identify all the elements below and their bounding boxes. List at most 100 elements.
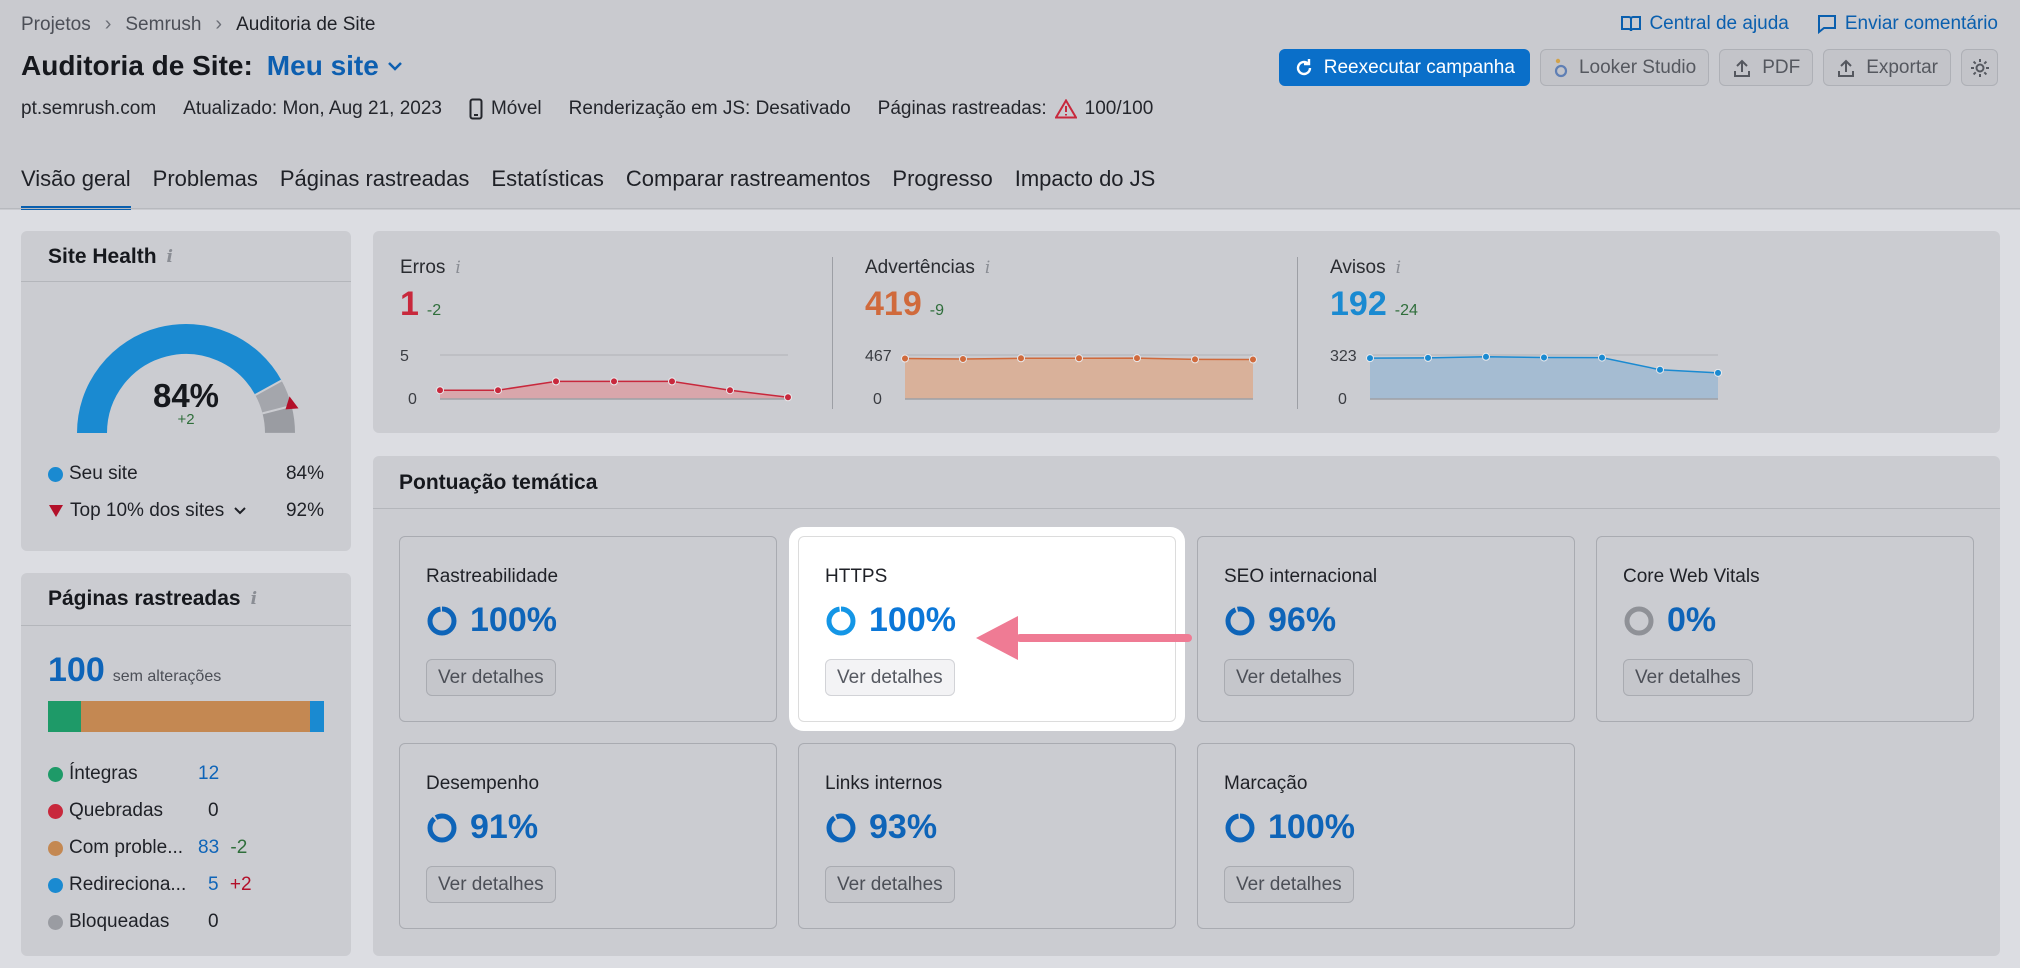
issue-sparkline: 323 0 bbox=[1330, 348, 1722, 408]
issue-delta: -2 bbox=[426, 302, 442, 319]
area-fill bbox=[1370, 356, 1718, 399]
details-button[interactable]: Ver detalhes bbox=[825, 659, 955, 696]
triangle-down-icon bbox=[49, 505, 63, 517]
feedback-link[interactable]: Enviar comentário bbox=[1817, 13, 1998, 35]
legend-top-sites-value: 92% bbox=[285, 500, 324, 521]
details-button-label: Ver detalhes bbox=[438, 873, 544, 895]
row-value: 0 bbox=[208, 911, 219, 932]
looker-icon bbox=[1554, 58, 1568, 77]
crawled-legend-row: Bloqueadas 0 bbox=[48, 911, 219, 933]
info-icon[interactable]: i bbox=[251, 589, 257, 609]
details-button[interactable]: Ver detalhes bbox=[426, 866, 556, 903]
export-button[interactable]: Exportar bbox=[1823, 49, 1951, 86]
details-button[interactable]: Ver detalhes bbox=[426, 659, 556, 696]
row-count[interactable]: 12 bbox=[198, 763, 219, 785]
thematic-tile: Links internos 93% Ver detalhes bbox=[798, 743, 1176, 929]
bar-segment[interactable] bbox=[81, 701, 311, 732]
info-icon[interactable]: i bbox=[455, 258, 460, 278]
info-icon[interactable]: i bbox=[985, 258, 990, 278]
issue-value[interactable]: 419 bbox=[865, 285, 922, 324]
breadcrumb-semrush[interactable]: Semrush bbox=[125, 14, 201, 36]
data-point bbox=[1075, 354, 1083, 363]
settings-button[interactable] bbox=[1961, 49, 1998, 86]
tab-paginas-rastreadas[interactable]: Páginas rastreadas bbox=[280, 166, 470, 210]
looker-studio-button[interactable]: Looker Studio bbox=[1539, 49, 1710, 86]
details-button[interactable]: Ver detalhes bbox=[1224, 659, 1354, 696]
crawled-legend-row: Redireciona... 5 +2 bbox=[48, 874, 252, 896]
data-point bbox=[1598, 353, 1606, 362]
issue-label-text: Avisos bbox=[1330, 257, 1386, 278]
row-count[interactable]: 5 +2 bbox=[208, 874, 252, 896]
book-icon bbox=[1621, 16, 1642, 32]
bar-segment[interactable] bbox=[48, 701, 82, 732]
progress-ring-icon bbox=[427, 606, 457, 635]
y-min-label: 0 bbox=[873, 391, 882, 408]
legend-your-site-label: Seu site bbox=[69, 463, 138, 484]
details-button[interactable]: Ver detalhes bbox=[1623, 659, 1753, 696]
mobile-icon bbox=[469, 98, 483, 120]
progress-ring-icon bbox=[427, 813, 457, 842]
data-point bbox=[1366, 354, 1374, 363]
tile-score: 96% bbox=[1224, 601, 1336, 640]
issues-card: Erros i 1 -2 5 0 Advertências i 419 -9 467 0 Aviso… bbox=[373, 231, 2000, 433]
tab-problemas[interactable]: Problemas bbox=[153, 166, 258, 210]
details-button-label: Ver detalhes bbox=[1236, 666, 1342, 688]
legend-top-sites[interactable]: Top 10% dos sites 92% bbox=[48, 500, 324, 522]
pdf-button[interactable]: PDF bbox=[1719, 49, 1814, 86]
row-label: Íntegras bbox=[69, 763, 138, 784]
pointer-arrow bbox=[976, 616, 1192, 660]
chevron-down-icon bbox=[234, 507, 246, 515]
progress-ring-icon bbox=[1225, 813, 1255, 842]
crawled-legend-row: Íntegras 12 bbox=[48, 763, 219, 785]
pdf-label: PDF bbox=[1762, 56, 1801, 78]
issue-column-1: Advertências i 419 -9 467 0 bbox=[865, 257, 1257, 408]
breadcrumb-projetos[interactable]: Projetos bbox=[21, 14, 91, 36]
issue-value[interactable]: 1 bbox=[400, 285, 419, 324]
card-divider bbox=[21, 625, 351, 626]
crawled-pages-title-text: Páginas rastreadas bbox=[48, 587, 241, 610]
details-button[interactable]: Ver detalhes bbox=[825, 866, 955, 903]
data-point bbox=[1017, 354, 1025, 363]
data-point bbox=[784, 393, 792, 402]
row-count[interactable]: 83 -2 bbox=[198, 837, 247, 859]
help-link[interactable]: Central de ajuda bbox=[1621, 13, 1789, 35]
looker-label: Looker Studio bbox=[1578, 56, 1697, 78]
info-icon[interactable]: i bbox=[167, 247, 173, 267]
tile-name: Links internos bbox=[825, 773, 943, 794]
issue-column-0: Erros i 1 -2 5 0 bbox=[400, 257, 792, 408]
tab-progresso[interactable]: Progresso bbox=[892, 166, 992, 210]
legend-your-site-value: 84% bbox=[285, 463, 324, 484]
refresh-icon bbox=[1296, 58, 1311, 75]
row-count: 0 bbox=[208, 800, 219, 822]
tile-name: Core Web Vitals bbox=[1623, 566, 1760, 587]
crawled-info: Páginas rastreadas: 100/100 bbox=[878, 98, 1154, 120]
issue-delta: -24 bbox=[1394, 302, 1418, 319]
rerun-button[interactable]: Reexecutar campanha bbox=[1278, 49, 1530, 86]
tab-estatisticas[interactable]: Estatísticas bbox=[491, 166, 603, 210]
details-button[interactable]: Ver detalhes bbox=[1224, 866, 1354, 903]
y-max-label: 467 bbox=[865, 348, 892, 365]
device-text: Móvel bbox=[490, 98, 542, 119]
tab-visao-geral[interactable]: Visão geral bbox=[21, 166, 131, 210]
dot-icon bbox=[48, 840, 63, 856]
crawled-total: 100 sem alterações bbox=[48, 651, 221, 690]
tile-name: SEO internacional bbox=[1224, 566, 1378, 587]
row-delta: +2 bbox=[229, 874, 252, 895]
chevron-right-icon: › bbox=[104, 13, 112, 35]
info-icon[interactable]: i bbox=[1396, 258, 1401, 278]
row-value: 0 bbox=[208, 800, 219, 821]
data-point bbox=[610, 377, 618, 386]
issue-column-2: Avisos i 192 -24 323 0 bbox=[1330, 257, 1722, 408]
crawled-total-value[interactable]: 100 bbox=[48, 651, 105, 690]
data-point bbox=[901, 354, 909, 363]
row-label: Quebradas bbox=[69, 800, 164, 821]
thematic-tile: Marcação 100% Ver detalhes bbox=[1197, 743, 1575, 929]
tab-impacto-js[interactable]: Impacto do JS bbox=[1015, 166, 1156, 210]
project-selector[interactable]: Meu site bbox=[267, 50, 403, 82]
bar-segment[interactable] bbox=[310, 701, 324, 732]
issue-value[interactable]: 192 bbox=[1330, 285, 1387, 324]
data-point bbox=[726, 386, 734, 395]
issue-sparkline: 50 bbox=[400, 348, 792, 408]
tab-comparar-rastreamentos[interactable]: Comparar rastreamentos bbox=[626, 166, 871, 210]
issue-label: Advertências i bbox=[865, 257, 990, 279]
